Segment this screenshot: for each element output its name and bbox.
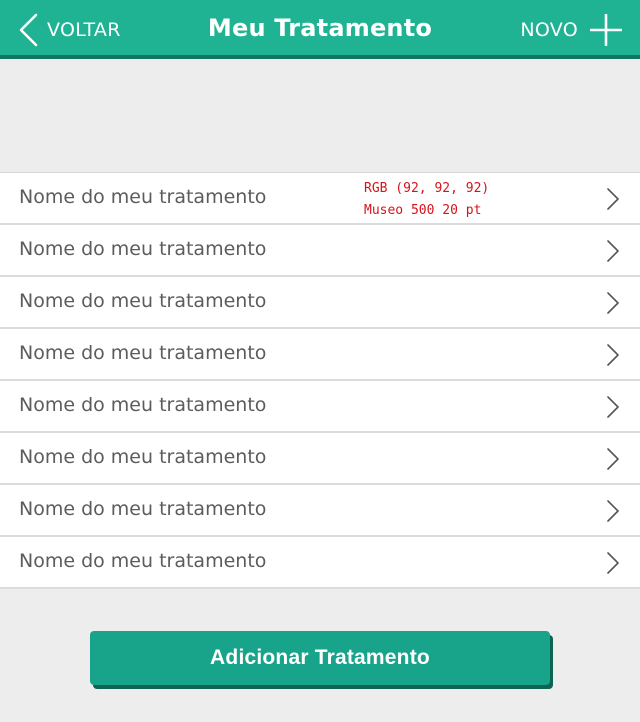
add-treatment-button[interactable]: Adicionar Tratamento — [90, 631, 550, 685]
chevron-right-icon — [607, 552, 619, 578]
treatment-row[interactable]: Nome do meu tratamento — [0, 329, 640, 381]
chevron-right-icon — [607, 292, 619, 318]
top-nav-bar: VOLTAR Meu Tratamento NOVO — [0, 0, 640, 59]
treatment-name: Nome do meu tratamento — [19, 342, 267, 364]
treatment-name: Nome do meu tratamento — [19, 498, 267, 520]
treatment-row[interactable]: Nome do meu tratamento — [0, 277, 640, 329]
annotation-color: RGB (92, 92, 92) — [364, 181, 490, 196]
chevron-right-icon — [607, 396, 619, 422]
treatment-row[interactable]: Nome do meu tratamento — [0, 537, 640, 589]
design-annotation: RGB (92, 92, 92) Museo 500 20 pt — [364, 178, 489, 222]
treatment-row[interactable]: Nome do meu tratamento — [0, 485, 640, 537]
annotation-font: Museo 500 20 pt — [364, 203, 482, 218]
chevron-right-icon — [607, 500, 619, 526]
treatment-row[interactable]: Nome do meu tratamento — [0, 173, 640, 225]
treatment-name: Nome do meu tratamento — [19, 290, 267, 312]
treatment-name: Nome do meu tratamento — [19, 394, 267, 416]
new-button[interactable]: NOVO — [520, 13, 622, 47]
new-label: NOVO — [520, 19, 578, 41]
chevron-right-icon — [607, 448, 619, 474]
treatment-row[interactable]: Nome do meu tratamento — [0, 381, 640, 433]
plus-icon — [590, 14, 622, 46]
treatment-row[interactable]: Nome do meu tratamento — [0, 225, 640, 277]
treatment-name: Nome do meu tratamento — [19, 446, 267, 468]
treatment-row[interactable]: Nome do meu tratamento — [0, 433, 640, 485]
chevron-right-icon — [607, 240, 619, 266]
chevron-right-icon — [607, 344, 619, 370]
treatment-list: Nome do meu tratamento Nome do meu tratam… — [0, 172, 640, 589]
treatment-name: Nome do meu tratamento — [19, 550, 267, 572]
treatment-name: Nome do meu tratamento — [19, 238, 267, 260]
treatment-name: Nome do meu tratamento — [19, 186, 267, 208]
chevron-right-icon — [607, 188, 619, 214]
